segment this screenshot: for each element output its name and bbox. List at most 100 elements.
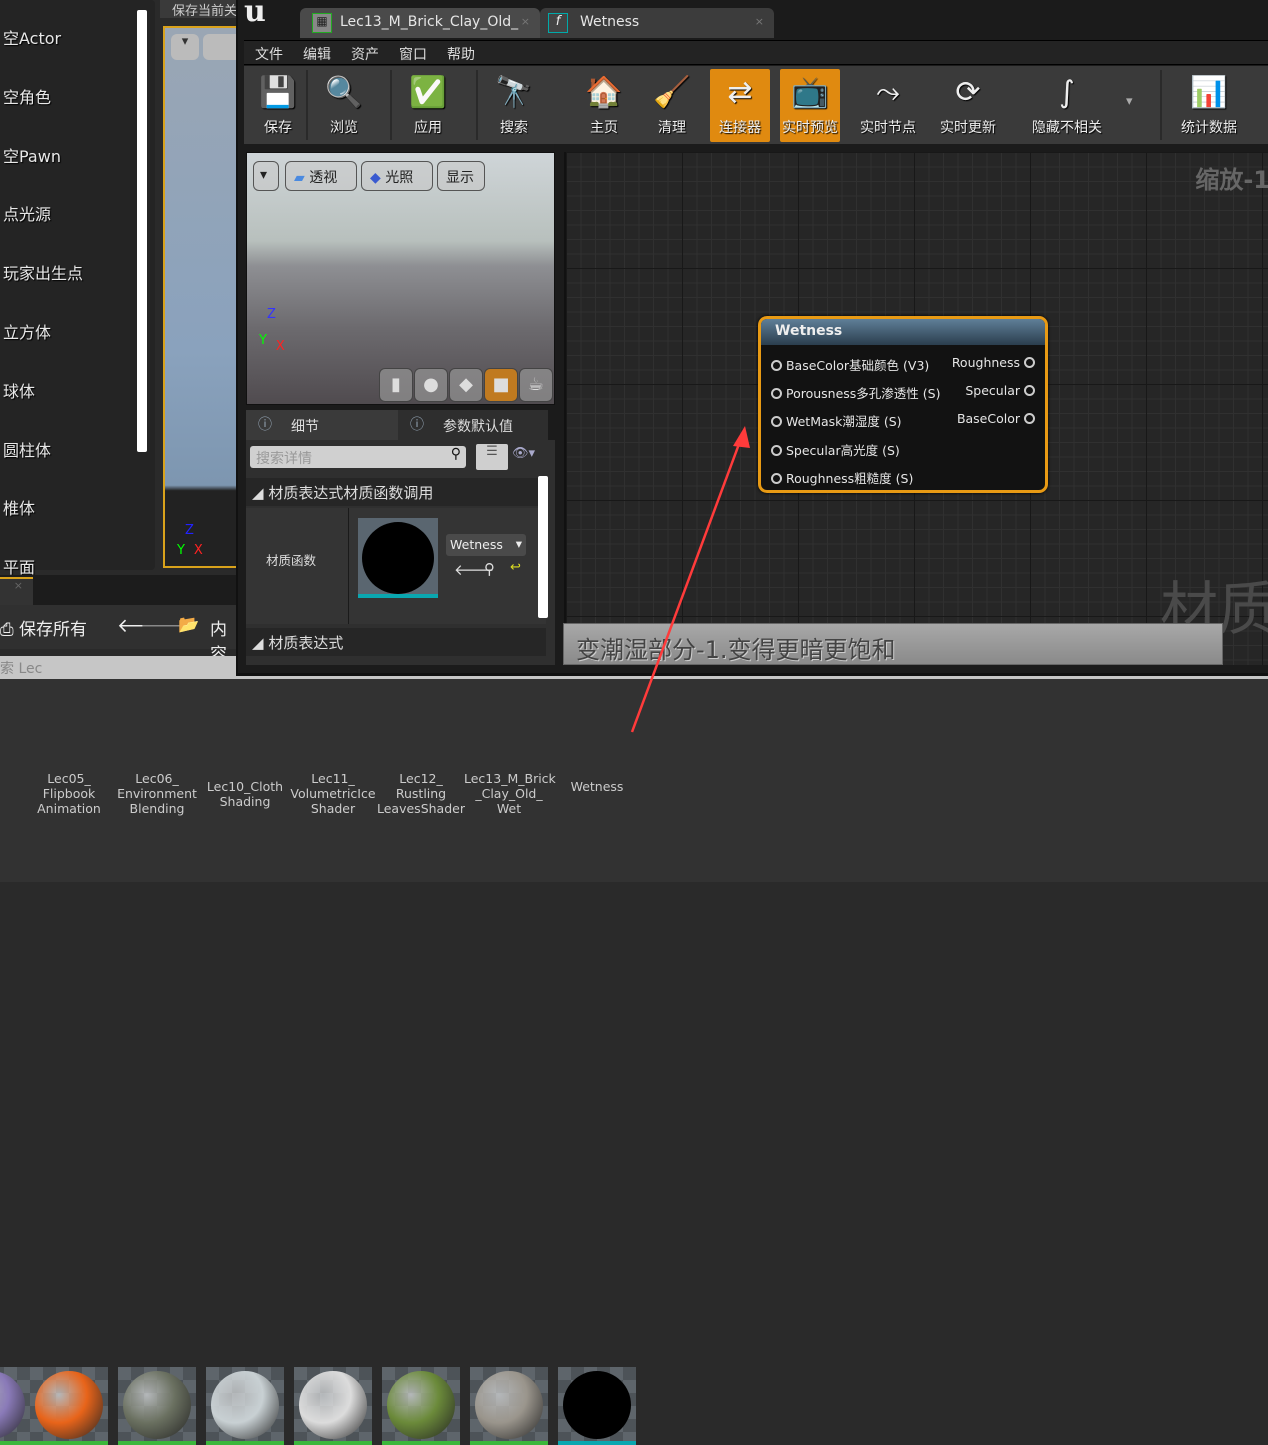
scrollbar[interactable]	[137, 10, 147, 452]
output-pin[interactable]: BaseColor	[957, 411, 1035, 426]
function-thumbnail[interactable]	[358, 518, 438, 598]
toolbar-overflow-chevron-icon[interactable]: ▾	[1126, 94, 1133, 109]
place-actors-panel: 空Actor 空角色 空Pawn 点光源 玩家出生点 立方体 球体 圆柱体 椎体 平面	[0, 0, 155, 577]
toolbar-button[interactable]: 🏠 主页	[574, 69, 634, 142]
eye-icon[interactable]: 👁▾	[512, 446, 535, 461]
output-pin[interactable]: Roughness	[952, 355, 1035, 370]
viewport-menu-button[interactable]: ▾	[171, 34, 199, 60]
actor-list-item[interactable]: 圆柱体	[3, 437, 51, 461]
menu-item[interactable]: 文件	[244, 41, 292, 64]
section-header-expression[interactable]: ◢ 材质表达式	[246, 628, 546, 656]
tab-label: Lec13_M_Brick_Clay_Old_	[340, 14, 519, 30]
connectors-icon: ⇄	[727, 75, 753, 110]
node-title: Wetness	[761, 319, 1045, 345]
viewport-options-button[interactable]: ▾	[253, 161, 279, 191]
save-all-button[interactable]: ⎙ 保存所有	[0, 615, 87, 640]
close-icon[interactable]: ×	[755, 15, 764, 28]
actor-list-item[interactable]: 球体	[3, 378, 35, 402]
details-search-input[interactable]: 搜索详情 ⚲	[250, 446, 466, 468]
menu-item[interactable]: 编辑	[292, 41, 340, 64]
function-dropdown[interactable]: Wetness ▾	[446, 534, 526, 556]
section-header-function-call[interactable]: ◢ 材质表达式材质函数调用	[246, 478, 546, 506]
close-icon[interactable]: ×	[0, 577, 33, 605]
asset-label: Wetness	[570, 779, 624, 794]
asset-thumbnail[interactable]	[294, 1367, 372, 1445]
asset-thumbnail[interactable]	[206, 1367, 284, 1445]
reset-icon[interactable]: ↩	[510, 560, 521, 575]
menu-item[interactable]: 窗口	[388, 41, 436, 64]
input-pin[interactable]: BaseColor基础颜色 (V3)	[771, 355, 929, 374]
toolbar-button-label: 清理	[658, 120, 686, 136]
tab-wetness[interactable]: f Wetness ×	[540, 8, 774, 38]
actor-list-item[interactable]: 空Actor	[3, 25, 61, 49]
browse-search-icon[interactable]: ⚲	[484, 560, 495, 578]
plane-preview-button[interactable]: ◆	[449, 368, 483, 402]
asset-thumbnail[interactable]	[118, 1367, 196, 1445]
input-pin[interactable]: Roughness粗糙度 (S)	[771, 468, 913, 487]
material-sphere	[211, 1371, 279, 1439]
button-label: 光照	[385, 170, 414, 186]
pin-icon	[1024, 385, 1035, 397]
actor-list-item[interactable]: 立方体	[3, 319, 51, 343]
asset-thumbnail[interactable]	[30, 1367, 108, 1445]
toolbar-button[interactable]: ⟳ 实时更新	[938, 69, 998, 142]
lighting-button[interactable]: ◆ 光照	[361, 161, 433, 191]
output-pin[interactable]: Specular	[965, 383, 1035, 398]
view-options-grid-icon[interactable]: ☰	[476, 444, 508, 470]
cylinder-preview-button[interactable]: ▮	[379, 368, 413, 402]
material-sphere	[563, 1371, 631, 1439]
toolbar-button-label: 实时节点	[860, 120, 916, 136]
save-current-level-button[interactable]: 保存当前关卡	[160, 0, 240, 18]
material-icon: ▦	[312, 13, 332, 33]
toolbar-button[interactable]: 🔭 搜索	[484, 69, 544, 142]
toolbar-button-label: 主页	[590, 120, 618, 136]
actor-list-item[interactable]: 玩家出生点	[3, 260, 83, 284]
teapot-preview-button[interactable]: ☕	[519, 368, 553, 402]
actor-list-item[interactable]: 空Pawn	[3, 143, 61, 167]
search-placeholder: 搜索详情	[256, 451, 312, 467]
perspective-icon: ▰	[294, 170, 305, 186]
toolbar-button[interactable]: ⇄ 连接器	[710, 69, 770, 142]
actor-list-item[interactable]: 空角色	[3, 84, 51, 108]
menu-item[interactable]: 帮助	[436, 41, 484, 64]
input-pin[interactable]: Specular高光度 (S)	[771, 440, 900, 459]
asset-thumbnail[interactable]	[382, 1367, 460, 1445]
folder-icon[interactable]: 📂	[178, 615, 199, 635]
perspective-button[interactable]: ▰ 透视	[285, 161, 357, 191]
input-pin[interactable]: Porousness多孔渗透性 (S)	[771, 383, 940, 402]
toolbar-button[interactable]: ✅ 应用	[398, 69, 458, 142]
tab-parameter-defaults[interactable]: ⓘ 参数默认值	[398, 410, 548, 440]
toolbar-button[interactable]: ▮平	[1254, 69, 1268, 142]
toolbar-button[interactable]: 🧹 清理	[642, 69, 702, 142]
show-button[interactable]: 显示	[437, 161, 485, 191]
tab-details[interactable]: ⓘ 细节	[246, 410, 398, 440]
material-preview-viewport[interactable]: ▾ ▰ 透视 ◆ 光照 显示 YZX ▮ ● ◆ ■ ☕	[246, 152, 555, 405]
sphere-preview-button[interactable]: ●	[414, 368, 448, 402]
asset-label: Lec12_ Rustling LeavesShader	[377, 771, 465, 816]
toolbar-button[interactable]: 📊 统计数据	[1174, 69, 1244, 142]
toolbar-button[interactable]: ⤳ 实时节点	[858, 69, 918, 142]
menu-item[interactable]: 资产	[340, 41, 388, 64]
toolbar-button[interactable]: 💾 保存	[248, 69, 308, 142]
tab-material[interactable]: ▦ Lec13_M_Brick_Clay_Old_ ×	[300, 8, 540, 38]
material-sphere	[123, 1371, 191, 1439]
asset-thumbnail[interactable]	[0, 1367, 30, 1445]
level-viewport[interactable]: ▾ YZX	[163, 26, 238, 568]
input-pin[interactable]: WetMask潮湿度 (S)	[771, 411, 902, 430]
toolbar-button-label: 统计数据	[1181, 120, 1237, 136]
pin-icon	[771, 360, 782, 371]
wetness-function-node[interactable]: Wetness BaseColor基础颜色 (V3) Porousness多孔渗…	[758, 316, 1048, 493]
close-icon[interactable]: ×	[521, 15, 530, 28]
actor-list-item[interactable]: 椎体	[3, 495, 35, 519]
perspective-button[interactable]	[203, 34, 237, 60]
cube-preview-button[interactable]: ■	[484, 368, 518, 402]
scrollbar[interactable]	[538, 476, 548, 618]
actor-list-item[interactable]: 点光源	[3, 201, 51, 225]
toolbar-button[interactable]: 🔍 浏览	[314, 69, 374, 142]
toolbar-button[interactable]: ∫ 隐藏不相关	[1024, 69, 1110, 142]
toolbar-button-label: 隐藏不相关	[1032, 120, 1102, 136]
toolbar-button[interactable]: 📺 实时预览	[780, 69, 840, 142]
asset-thumbnail[interactable]	[470, 1367, 548, 1445]
asset-thumbnail[interactable]	[558, 1367, 636, 1445]
apply-icon: ✅	[409, 75, 447, 110]
